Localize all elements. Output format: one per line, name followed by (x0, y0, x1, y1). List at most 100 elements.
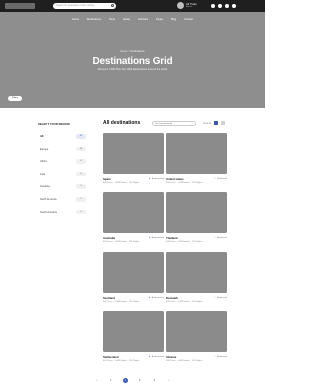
destination-name[interactable]: Ukraine (166, 355, 176, 359)
page-3-button[interactable]: 3 (137, 378, 142, 383)
region-count-badge: 8 (76, 159, 86, 164)
nav-item-activities[interactable]: Activities (138, 18, 148, 21)
bookmark-button[interactable]: ★Bookmarked (149, 236, 164, 239)
filter-button[interactable]: Filters (8, 96, 22, 101)
region-count-badge: 32 (76, 134, 86, 139)
destination-name[interactable]: Scotland (103, 296, 115, 300)
region-label: Europe (40, 147, 49, 151)
destination-meta: 845 Tours · 1,849 Hotels · 124 Flights (103, 360, 140, 362)
page-4-button[interactable]: 4 (152, 378, 157, 383)
bookmark-icon: ★ (148, 297, 151, 299)
nav-item-tours[interactable]: Tours (109, 18, 115, 21)
sort-select[interactable]: Sort by popularity ⌄ (152, 121, 196, 126)
user-info[interactable]: Ali Tufan Admin (186, 3, 197, 9)
destination-card[interactable]: United states ☆Bookmark 845 Tours · 1,84… (166, 133, 227, 189)
destination-image[interactable] (103, 252, 164, 293)
nav-item-blog[interactable]: Blog (171, 18, 176, 21)
list-view-icon[interactable] (221, 121, 225, 125)
destination-meta: 845 Tours · 1,849 Hotels · 124 Flights (166, 360, 203, 362)
destination-name[interactable]: United states (166, 177, 184, 181)
destination-name[interactable]: Australia (103, 236, 115, 240)
bookmark-button[interactable]: ★Bookmarked (149, 355, 164, 358)
bookmark-label: Bookmark (217, 237, 227, 239)
region-label: South America (40, 210, 57, 214)
avatar[interactable] (177, 2, 184, 9)
destination-image[interactable] (166, 133, 227, 174)
search-icon[interactable] (111, 4, 114, 7)
section-title: All destinations (103, 120, 141, 126)
region-item-asia[interactable]: Asia 6 (38, 171, 86, 178)
bookmark-icon: ★ (148, 356, 151, 358)
chevron-down-icon: ⌄ (190, 122, 193, 125)
twitter-icon[interactable] (218, 4, 222, 8)
nav-item-destinations[interactable]: Destinations (87, 18, 101, 21)
destination-card[interactable]: Thailand ☆Bookmark 845 Tours · 1,849 Hot… (166, 192, 227, 248)
sidebar-title: SELECT YOUR REGION (38, 122, 70, 126)
bookmark-label: Bookmarked (151, 237, 164, 239)
destination-card[interactable]: Australia ★Bookmarked 845 Tours · 1,849 … (103, 192, 164, 248)
destination-card[interactable]: Ukraine ☆Bookmark 845 Tours · 1,849 Hote… (166, 311, 227, 367)
destination-image[interactable] (166, 311, 227, 352)
region-item-africa[interactable]: Africa 8 (38, 159, 86, 165)
bookmark-button[interactable]: ☆Bookmark (214, 236, 227, 239)
breadcrumb[interactable]: Home > Destinations (0, 50, 265, 53)
region-item-north-america[interactable]: North America 2 (38, 196, 86, 203)
destination-image[interactable] (103, 311, 164, 352)
main-nav: Home Destinations Tours Hotels Activitie… (0, 18, 265, 22)
destination-meta: 845 Tours · 1,849 Hotels · 124 Flights (166, 182, 203, 184)
page-1-button[interactable]: 1 (108, 378, 113, 383)
linkedin-icon[interactable] (232, 4, 236, 8)
bookmark-icon: ★ (148, 178, 151, 180)
destination-name[interactable]: Spain (103, 177, 111, 181)
bookmark-button[interactable]: ★Bookmarked (149, 296, 164, 299)
destination-meta: 845 Tours · 1,849 Hotels · 124 Flights (103, 241, 140, 243)
bookmark-icon: ☆ (214, 356, 217, 358)
pagination: ‹ 1 2 3 4 › (0, 372, 265, 390)
destination-name[interactable]: Denmark (166, 296, 178, 300)
region-item-all[interactable]: All 32 (38, 134, 86, 140)
logo[interactable] (5, 3, 35, 9)
bookmark-label: Bookmark (217, 297, 227, 299)
destination-meta: 845 Tours · 1,849 Hotels · 124 Flights (103, 301, 140, 303)
destination-image[interactable] (166, 252, 227, 293)
region-item-oceania[interactable]: Oceania 3 (38, 184, 86, 190)
region-item-south-america[interactable]: South America 1 (38, 209, 86, 216)
destination-meta: 845 Tours · 1,849 Hotels · 124 Flights (166, 301, 203, 303)
facebook-icon[interactable] (211, 4, 215, 8)
bookmark-label: Bookmarked (151, 297, 164, 299)
region-item-europe[interactable]: Europe 12 (38, 146, 86, 153)
region-label: Africa (40, 160, 47, 164)
region-label: Asia (40, 172, 46, 176)
destination-name[interactable]: Thailand (166, 236, 178, 240)
destination-card[interactable]: Switzerland ★Bookmarked 845 Tours · 1,84… (103, 311, 164, 367)
nav-item-hotels[interactable]: Hotels (123, 18, 130, 21)
destination-card[interactable]: Denmark ☆Bookmark 845 Tours · 1,849 Hote… (166, 252, 227, 308)
region-count-badge: 2 (76, 196, 86, 202)
destination-image[interactable] (103, 133, 164, 174)
bookmark-button[interactable]: ★Bookmarked (149, 177, 164, 180)
region-count-badge: 1 (76, 209, 86, 215)
bookmark-button[interactable]: ☆Bookmark (214, 296, 227, 299)
instagram-icon[interactable] (225, 4, 229, 8)
destination-card[interactable]: Spain ★Bookmarked 845 Tours · 1,849 Hote… (103, 133, 164, 189)
destination-image[interactable] (166, 192, 227, 233)
bookmark-icon: ★ (148, 237, 151, 239)
bookmark-button[interactable]: ☆Bookmark (214, 355, 227, 358)
page-title: Destinations Grid (92, 56, 173, 67)
bookmark-label: Bookmarked (151, 178, 164, 180)
grid-view-icon[interactable] (214, 121, 218, 125)
search-input[interactable]: Search for destination, hotel, activity (53, 3, 116, 9)
page-2-button[interactable]: 2 (122, 378, 128, 384)
region-count-badge: 3 (76, 184, 86, 189)
destination-card[interactable]: Scotland ★Bookmarked 845 Tours · 1,849 H… (103, 252, 164, 308)
nav-item-pages[interactable]: Pages (156, 18, 163, 21)
nav-item-home[interactable]: Home (72, 18, 79, 21)
nav-item-contact[interactable]: Contact (184, 18, 193, 21)
destination-name[interactable]: Switzerland (103, 355, 119, 359)
destination-meta: 845 Tours · 1,849 Hotels · 124 Flights (103, 182, 140, 184)
bookmark-button[interactable]: ☆Bookmark (214, 177, 227, 180)
destination-image[interactable] (103, 192, 164, 233)
region-label: Oceania (40, 185, 50, 189)
next-page-button[interactable]: › (166, 378, 171, 383)
prev-page-button[interactable]: ‹ (94, 378, 99, 383)
